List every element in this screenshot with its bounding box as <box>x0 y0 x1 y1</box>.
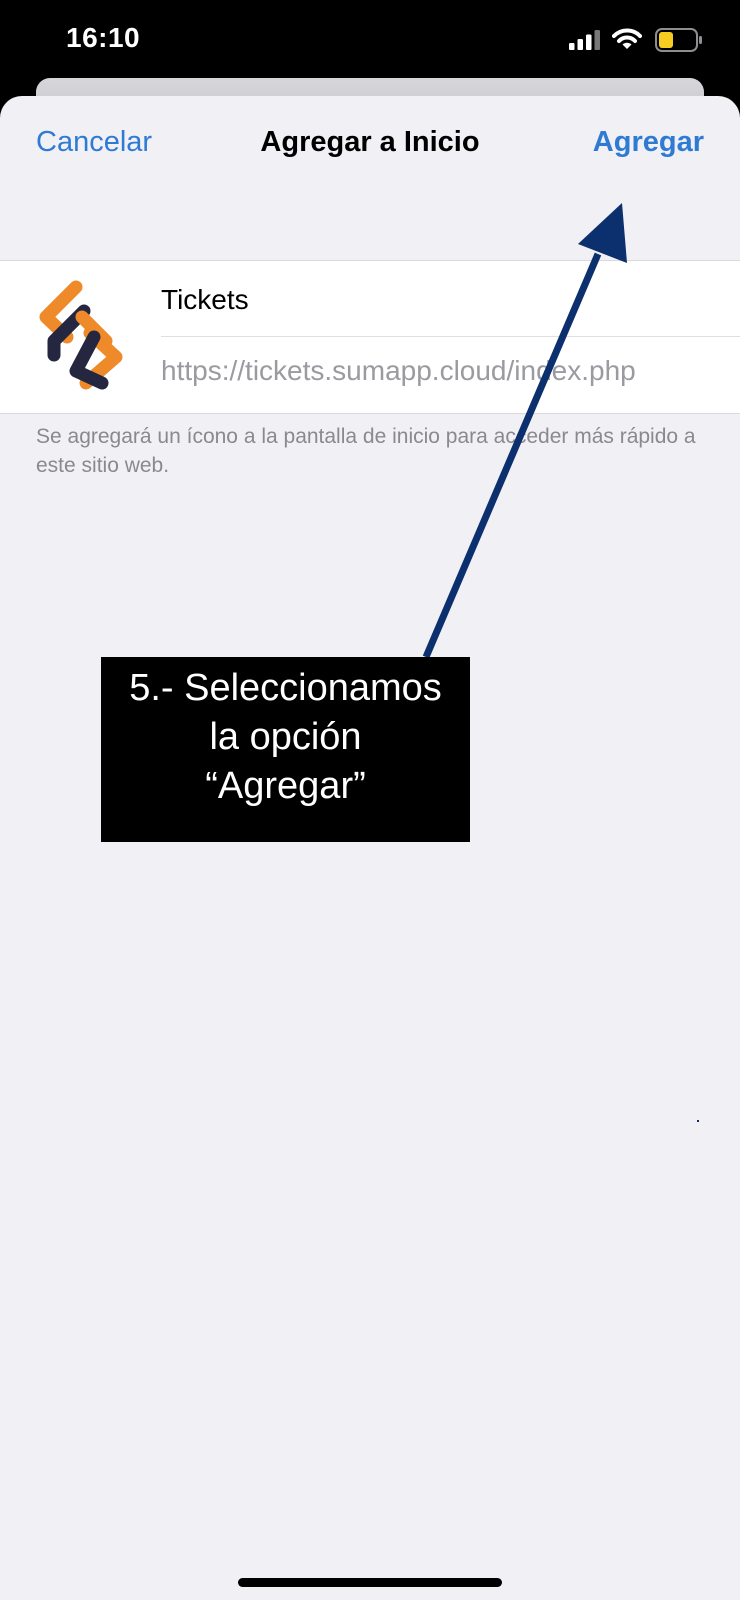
wifi-icon <box>612 28 642 49</box>
card-divider <box>161 336 740 337</box>
add-to-home-sheet: Cancelar Agregar a Inicio Agregar https:… <box>0 96 740 1600</box>
shortcut-name-input[interactable] <box>161 277 721 323</box>
annotation-line-2: la opción <box>209 716 362 758</box>
shortcut-card: https://tickets.sumapp.cloud/index.php <box>0 260 740 414</box>
sumapp-logo-icon <box>39 280 123 390</box>
annotation-line-3: “Agregar” <box>205 765 366 807</box>
status-bar: 16:10 <box>0 0 740 80</box>
battery-icon <box>655 28 702 52</box>
stray-dot <box>697 1120 699 1122</box>
footnote-text: Se agregará un ícono a la pantalla de in… <box>36 425 696 477</box>
annotation-line-1: 5.- Seleccionamos <box>129 667 442 709</box>
add-button[interactable]: Agregar <box>593 126 704 159</box>
signal-icon <box>569 30 600 50</box>
annotation-callout: 5.- Seleccionamos la opción “Agregar” <box>101 657 470 842</box>
home-indicator[interactable] <box>238 1578 502 1587</box>
cancel-button[interactable]: Cancelar <box>36 126 152 159</box>
shortcut-url: https://tickets.sumapp.cloud/index.php <box>161 355 636 386</box>
status-time: 16:10 <box>66 22 141 53</box>
